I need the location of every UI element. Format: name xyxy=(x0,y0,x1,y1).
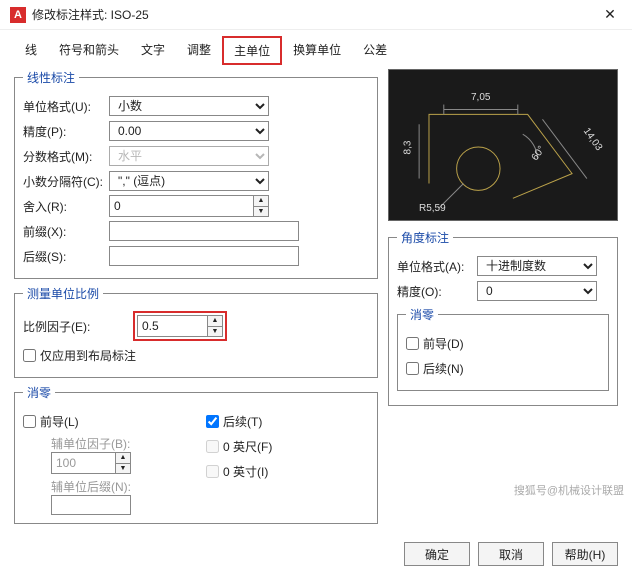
unit-format-label: 单位格式(U): xyxy=(23,98,109,115)
suffix-input[interactable] xyxy=(109,246,299,266)
inch-check xyxy=(206,465,219,478)
trail-label: 后续(T) xyxy=(223,413,262,430)
cancel-button[interactable]: 取消 xyxy=(478,542,544,566)
tab-tolerance[interactable]: 公差 xyxy=(352,36,398,65)
round-spin[interactable]: ▲▼ xyxy=(109,195,269,217)
unit-format-select[interactable]: 小数 xyxy=(109,96,269,116)
trail-check[interactable] xyxy=(206,415,219,428)
angle-format-select[interactable]: 十进制度数 xyxy=(477,256,597,276)
layout-only-label: 仅应用到布局标注 xyxy=(40,347,136,364)
layout-only-check[interactable] xyxy=(23,349,36,362)
watermark: 搜狐号@机械设计联盟 xyxy=(514,482,624,498)
angle-legend: 角度标注 xyxy=(397,229,453,246)
scale-highlight: ▲▼ xyxy=(133,311,227,341)
pv-dim-2: 8,3 xyxy=(402,141,413,155)
linear-group: 线性标注 单位格式(U): 小数 精度(P): 0.00 分数格式(M): 水平… xyxy=(14,69,378,279)
window-title: 修改标注样式: ISO-25 xyxy=(32,6,598,23)
pv-dim-3: R5,59 xyxy=(419,203,446,214)
zero-left-legend: 消零 xyxy=(23,384,55,401)
sub-factor-spin: ▲▼ xyxy=(51,452,186,474)
angle-format-label: 单位格式(A): xyxy=(397,258,477,275)
tab-line[interactable]: 线 xyxy=(14,36,48,65)
inch-label: 0 英寸(I) xyxy=(223,463,268,480)
frac-format-select: 水平 xyxy=(109,146,269,166)
scale-factor-label: 比例因子(E): xyxy=(23,318,133,335)
angle-trail-label: 后续(N) xyxy=(423,360,464,377)
angle-precision-select[interactable]: 0 xyxy=(477,281,597,301)
precision-label: 精度(P): xyxy=(23,123,109,140)
angle-precision-label: 精度(O): xyxy=(397,283,477,300)
lead-label: 前导(L) xyxy=(40,413,79,430)
scale-legend: 测量单位比例 xyxy=(23,285,103,302)
angle-zero-legend: 消零 xyxy=(406,306,438,323)
lead-check[interactable] xyxy=(23,415,36,428)
angle-lead-check[interactable] xyxy=(406,337,419,350)
precision-select[interactable]: 0.00 xyxy=(109,121,269,141)
sub-factor-label: 辅单位因子(B): xyxy=(51,435,186,452)
preview-pane: 7,05 8,3 R5,59 60° 14,03 xyxy=(388,69,618,221)
feet-label: 0 英尺(F) xyxy=(223,438,272,455)
dec-sep-label: 小数分隔符(C): xyxy=(23,173,109,190)
linear-legend: 线性标注 xyxy=(23,69,79,86)
sub-suffix-label: 辅单位后缀(N): xyxy=(51,478,186,495)
dec-sep-select[interactable]: "," (逗点) xyxy=(109,171,269,191)
angle-lead-label: 前导(D) xyxy=(423,335,464,352)
angle-group: 角度标注 单位格式(A): 十进制度数 精度(O): 0 消零 前导(D) 后续… xyxy=(388,229,618,406)
tab-bar: 线 符号和箭头 文字 调整 主单位 换算单位 公差 xyxy=(0,30,632,65)
tab-primary-units[interactable]: 主单位 xyxy=(222,36,282,65)
pv-dim-1: 7,05 xyxy=(471,92,490,103)
prefix-label: 前缀(X): xyxy=(23,223,109,240)
tab-text[interactable]: 文字 xyxy=(130,36,176,65)
tab-alt-units[interactable]: 换算单位 xyxy=(282,36,352,65)
app-icon: A xyxy=(10,7,26,23)
scale-group: 测量单位比例 比例因子(E): ▲▼ 仅应用到布局标注 xyxy=(14,285,378,378)
zero-left-group: 消零 前导(L) 辅单位因子(B): ▲▼ 辅单位后缀(N): 后续(T) 0 … xyxy=(14,384,378,524)
tab-adjust[interactable]: 调整 xyxy=(176,36,222,65)
scale-factor-spin[interactable]: ▲▼ xyxy=(137,315,223,337)
close-icon[interactable]: ✕ xyxy=(598,6,622,23)
frac-format-label: 分数格式(M): xyxy=(23,148,109,165)
angle-zero-group: 消零 前导(D) 后续(N) xyxy=(397,306,609,391)
angle-trail-check[interactable] xyxy=(406,362,419,375)
prefix-input[interactable] xyxy=(109,221,299,241)
ok-button[interactable]: 确定 xyxy=(404,542,470,566)
tab-symbols[interactable]: 符号和箭头 xyxy=(48,36,130,65)
chevron-down-icon: ▼ xyxy=(254,207,268,217)
chevron-up-icon: ▲ xyxy=(254,196,268,207)
sub-suffix-input xyxy=(51,495,131,515)
help-button[interactable]: 帮助(H) xyxy=(552,542,618,566)
feet-check xyxy=(206,440,219,453)
suffix-label: 后缀(S): xyxy=(23,248,109,265)
round-label: 舍入(R): xyxy=(23,198,109,215)
